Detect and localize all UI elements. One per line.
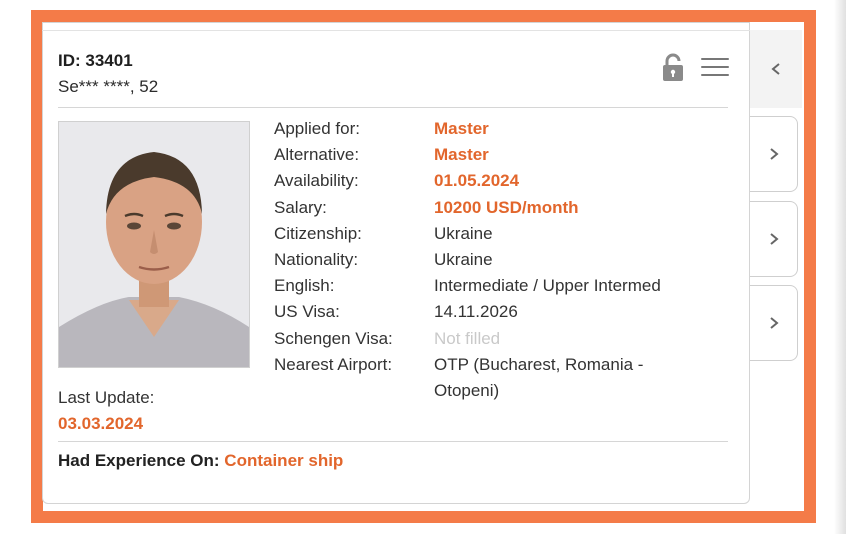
chevron-right-icon [769,148,779,160]
detail-value: Not filled [434,329,501,348]
window-edge [834,0,846,534]
detail-label: Salary: [274,198,327,217]
detail-value-continued: Otopeni) [434,381,500,400]
candidate-photo [58,121,250,368]
detail-label: Nationality: [274,250,359,269]
lock-icon[interactable] [659,52,687,82]
detail-value: OTP (Bucharest, Romania - [434,355,644,374]
chevron-left-icon [771,63,780,75]
detail-value: 14.11.2026 [434,302,518,321]
experience-label: Had Experience On: [58,451,220,470]
side-tab-3[interactable] [750,285,798,361]
chevron-right-icon [769,233,779,245]
last-update-value: 03.03.2024 [58,414,144,433]
detail-label: Applied for: [274,119,360,138]
candidate-name-age: Se*** ****, 52 [58,77,159,96]
last-update-label: Last Update: [58,388,155,407]
side-tab-1[interactable] [750,116,798,192]
experience-line: Had Experience On: Container ship [58,451,343,471]
detail-value: Intermediate / Upper Intermed [434,276,661,295]
detail-label: Alternative: [274,145,360,164]
card-top-divider [42,30,750,31]
detail-label: Nearest Airport: [274,355,393,374]
experience-value[interactable]: Container ship [224,451,343,470]
chevron-right-icon [769,317,779,329]
detail-label: Schengen Visa: [274,329,393,348]
detail-value: Master [434,119,489,138]
header-divider [58,107,728,108]
detail-value: 01.05.2024 [434,171,520,190]
back-button[interactable] [750,30,802,108]
detail-label: US Visa: [274,302,340,321]
detail-label: English: [274,276,335,295]
detail-value: Master [434,145,489,164]
hamburger-menu-icon[interactable] [701,58,729,78]
side-tab-2[interactable] [750,201,798,277]
detail-value: Ukraine [434,250,493,269]
detail-label: Citizenship: [274,224,362,243]
footer-divider [58,441,728,442]
detail-label: Availability: [274,171,359,190]
detail-value: Ukraine [434,224,493,243]
candidate-id: ID: 33401 [58,51,133,70]
detail-value: 10200 USD/month [434,198,579,217]
